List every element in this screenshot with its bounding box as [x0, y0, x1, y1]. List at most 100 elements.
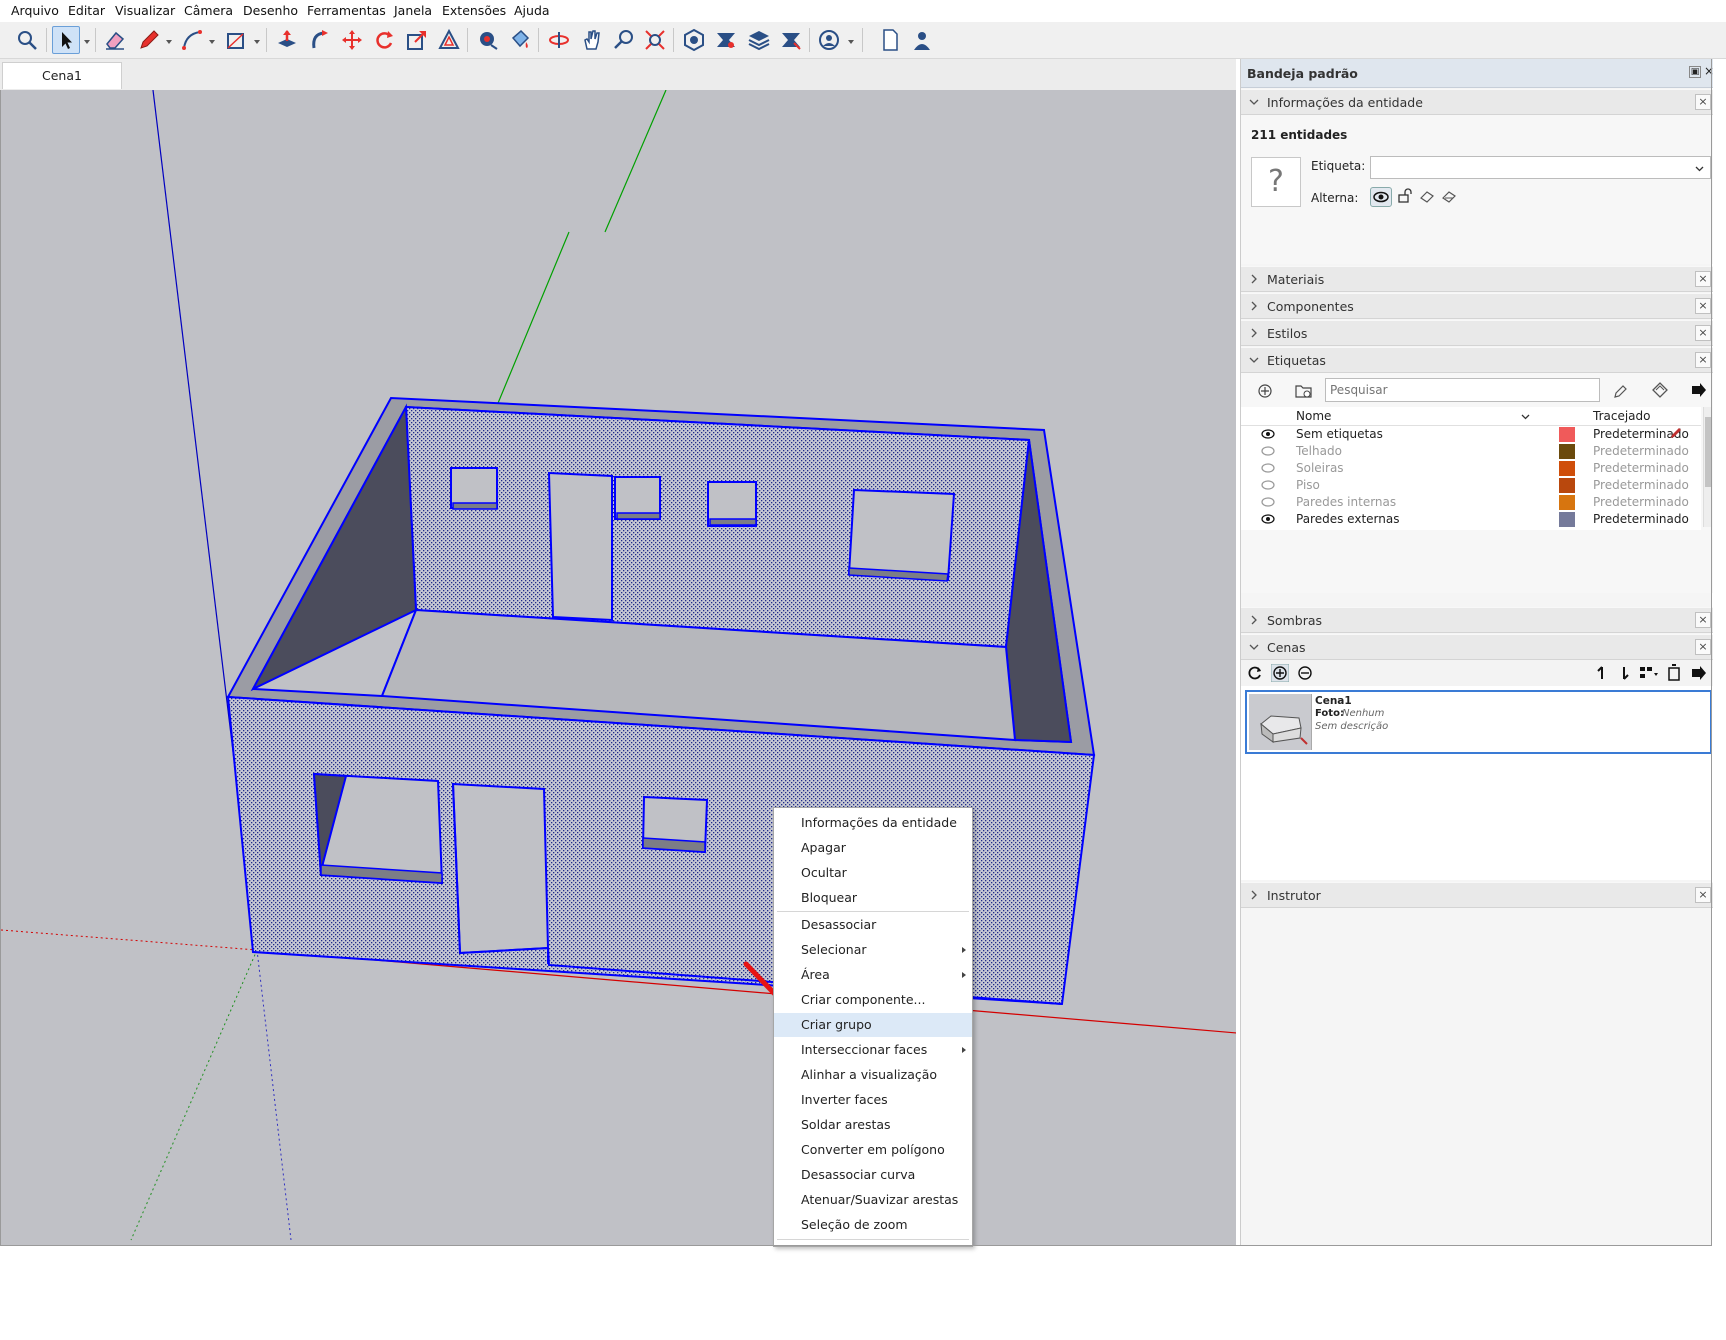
receive-shadows-icon[interactable]	[1419, 188, 1435, 204]
add-tag-icon[interactable]	[1257, 383, 1273, 399]
move-down-icon[interactable]	[1617, 665, 1631, 681]
pin-icon[interactable]: ▣	[1689, 66, 1701, 78]
move-icon[interactable]	[338, 26, 366, 54]
menu-item-interseccionar-faces[interactable]: Interseccionar faces	[774, 1038, 972, 1062]
offset-icon[interactable]	[435, 26, 463, 54]
close-icon[interactable]: ×	[1695, 352, 1711, 368]
new-document-icon[interactable]	[876, 26, 904, 54]
menu-item-alinhar-visualizacao[interactable]: Alinhar a visualização	[774, 1063, 972, 1087]
user-icon[interactable]	[908, 26, 936, 54]
unlock-icon[interactable]	[1397, 188, 1413, 204]
extension-warehouse-icon[interactable]	[712, 26, 740, 54]
close-icon[interactable]: ×	[1695, 612, 1711, 628]
eye-hidden-icon[interactable]	[1261, 445, 1275, 457]
model-viewport[interactable]	[0, 90, 1236, 1245]
chevron-down-icon[interactable]	[1521, 413, 1530, 420]
eye-icon[interactable]	[1261, 513, 1275, 525]
close-icon[interactable]: ×	[1695, 94, 1711, 110]
menu-item-soldar-arestas[interactable]: Soldar arestas	[774, 1113, 972, 1137]
eye-hidden-icon[interactable]	[1261, 479, 1275, 491]
menu-camera[interactable]: Câmera	[184, 3, 233, 18]
chevron-down-icon[interactable]	[847, 38, 855, 46]
details-arrow-icon[interactable]	[1690, 382, 1707, 399]
tag-color-swatch[interactable]	[1559, 461, 1575, 476]
eye-hidden-icon[interactable]	[1261, 462, 1275, 474]
panel-header-scenes[interactable]: Cenas ×	[1241, 634, 1713, 660]
pencil-icon[interactable]	[135, 26, 163, 54]
account-icon[interactable]	[815, 26, 843, 54]
menu-item-ocultar[interactable]: Ocultar	[774, 861, 972, 885]
layers-icon[interactable]	[745, 26, 773, 54]
tag-dash[interactable]: Predeterminado	[1593, 495, 1689, 509]
menu-item-desassociar[interactable]: Desassociar	[774, 913, 972, 937]
eyedropper-icon[interactable]	[1612, 382, 1630, 399]
eye-icon[interactable]	[1261, 428, 1275, 440]
zoom-icon[interactable]	[610, 26, 638, 54]
tag-row[interactable]: Sem etiquetas Predeterminado	[1241, 426, 1713, 443]
tag-dash[interactable]: Predeterminado	[1593, 444, 1689, 458]
menu-item-desassociar-curva[interactable]: Desassociar curva	[774, 1163, 972, 1187]
menu-item-informacoes-entidade[interactable]: Informações da entidade	[774, 811, 972, 835]
panel-header-styles[interactable]: Estilos ×	[1241, 320, 1713, 346]
panel-header-materials[interactable]: Materiais ×	[1241, 266, 1713, 292]
menu-desenho[interactable]: Desenho	[243, 3, 298, 18]
zoom-extents-icon[interactable]	[641, 26, 669, 54]
tag-color-swatch[interactable]	[1559, 427, 1575, 442]
tag-dropdown[interactable]	[1370, 156, 1711, 179]
warehouse-icon[interactable]	[680, 26, 708, 54]
arc-tool-icon[interactable]	[178, 26, 206, 54]
update-scene-icon[interactable]	[1667, 664, 1681, 682]
details-arrow-icon[interactable]	[1690, 665, 1707, 682]
menu-ajuda[interactable]: Ajuda	[514, 3, 550, 18]
view-options-icon[interactable]	[1639, 665, 1659, 681]
eye-hidden-icon[interactable]	[1261, 496, 1275, 508]
menu-item-atenuar-suavizar[interactable]: Atenuar/Suavizar arestas	[774, 1188, 972, 1212]
refresh-icon[interactable]	[1247, 665, 1263, 681]
tag-color-swatch[interactable]	[1559, 444, 1575, 459]
menu-item-apagar[interactable]: Apagar	[774, 836, 972, 860]
cast-shadows-icon[interactable]	[1441, 188, 1457, 204]
menu-item-bloquear[interactable]: Bloquear	[774, 886, 972, 910]
scale-icon[interactable]	[403, 26, 431, 54]
panel-header-components[interactable]: Componentes ×	[1241, 293, 1713, 319]
menu-visualizar[interactable]: Visualizar	[115, 3, 175, 18]
menu-janela[interactable]: Janela	[394, 3, 432, 18]
menu-item-area[interactable]: Área	[774, 963, 972, 987]
rectangle-tool-icon[interactable]	[222, 26, 250, 54]
close-icon[interactable]: ×	[1695, 639, 1711, 655]
select-tool-icon[interactable]	[52, 26, 80, 54]
tab-cena1[interactable]: Cena1	[2, 62, 122, 89]
chevron-down-icon[interactable]	[253, 38, 261, 46]
extension-manager-icon[interactable]	[777, 26, 805, 54]
pencil-icon[interactable]	[1669, 426, 1683, 440]
push-pull-icon[interactable]	[273, 26, 301, 54]
tag-color-swatch[interactable]	[1559, 478, 1575, 493]
menu-extensoes[interactable]: Extensões	[442, 3, 506, 18]
menu-item-inverter-faces[interactable]: Inverter faces	[774, 1088, 972, 1112]
search-icon[interactable]	[13, 26, 41, 54]
tag-dash[interactable]: Predeterminado	[1593, 478, 1689, 492]
tag-row[interactable]: Paredes externas Predeterminado	[1241, 511, 1713, 528]
remove-scene-icon[interactable]	[1297, 665, 1313, 681]
tag-dash[interactable]: Predeterminado	[1593, 512, 1689, 526]
menu-item-converter-poligono[interactable]: Converter em polígono	[774, 1138, 972, 1162]
paint-bucket-icon[interactable]	[506, 26, 534, 54]
panel-header-shadows[interactable]: Sombras ×	[1241, 607, 1713, 633]
col-header-dash[interactable]: Tracejado	[1593, 409, 1650, 423]
eraser-icon[interactable]	[101, 26, 129, 54]
panel-header-entity-info[interactable]: Informações da entidade ×	[1241, 89, 1713, 115]
chevron-down-icon[interactable]	[165, 38, 173, 46]
tag-color-swatch[interactable]	[1559, 512, 1575, 527]
add-scene-icon[interactable]	[1271, 664, 1289, 682]
move-up-icon[interactable]	[1595, 665, 1609, 681]
menu-ferramentas[interactable]: Ferramentas	[307, 3, 386, 18]
chevron-down-icon[interactable]	[83, 38, 91, 46]
tag-row[interactable]: Telhado Predeterminado	[1241, 443, 1713, 460]
close-icon[interactable]: ×	[1695, 325, 1711, 341]
follow-me-icon[interactable]	[306, 26, 334, 54]
pan-hand-icon[interactable]	[578, 26, 606, 54]
menu-item-selecao-zoom[interactable]: Seleção de zoom	[774, 1213, 972, 1237]
panel-header-tags[interactable]: Etiquetas ×	[1241, 347, 1713, 373]
tag-tool-icon[interactable]	[1651, 381, 1669, 399]
orbit-icon[interactable]	[545, 26, 573, 54]
